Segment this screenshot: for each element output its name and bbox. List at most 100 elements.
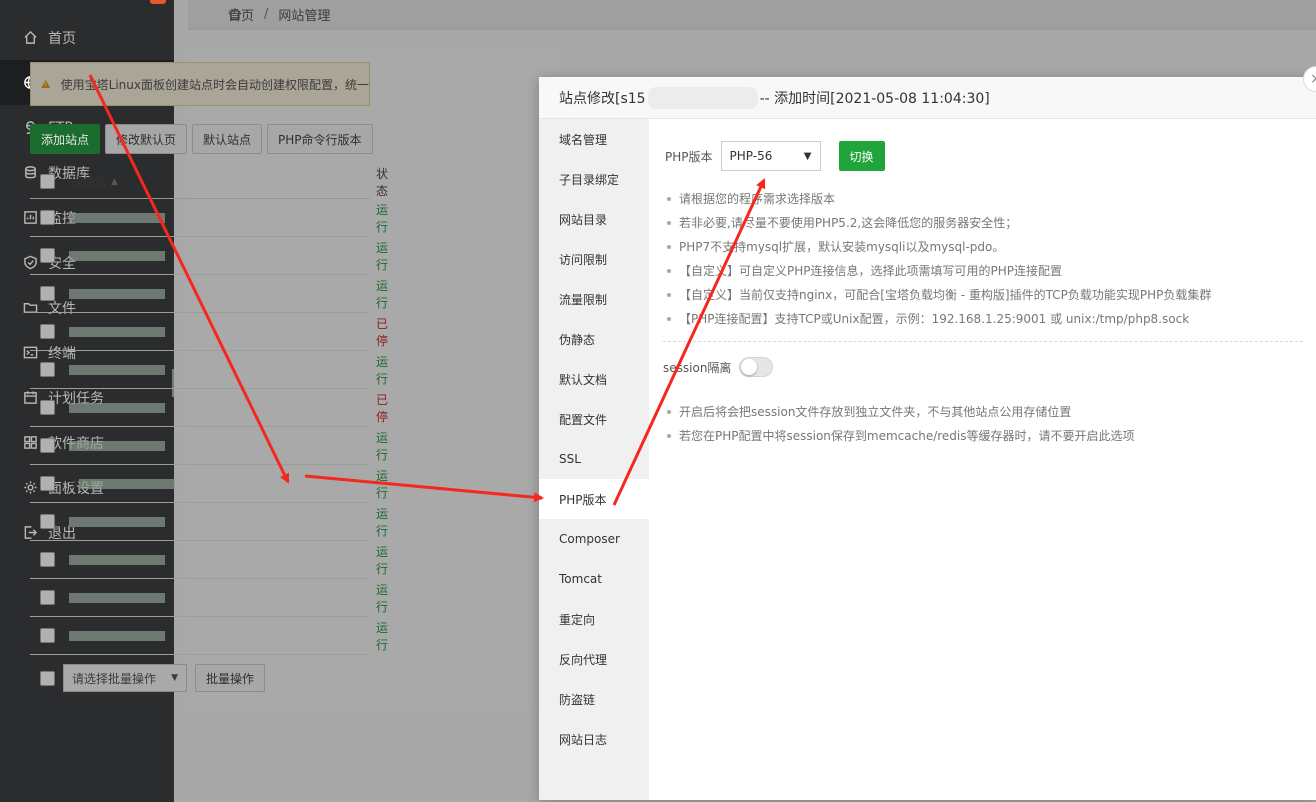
list-item: 【PHP连接配置】支持TCP或Unix配置，示例：192.168.1.25:90…: [663, 307, 1302, 331]
list-item: 若您在PHP配置中将session保存到memcache/redis等缓存器时，…: [663, 424, 1302, 448]
status-badge[interactable]: 运行: [376, 353, 388, 387]
status-badge[interactable]: 运行: [376, 505, 388, 539]
row-checkbox[interactable]: [40, 324, 55, 339]
session-toggle[interactable]: [739, 357, 774, 377]
redacted-site-name[interactable]: [69, 212, 165, 223]
divider: [663, 341, 1303, 342]
row-checkbox[interactable]: [40, 438, 55, 453]
status-badge[interactable]: 运行: [376, 429, 388, 463]
chevron-down-icon: ▼: [171, 673, 178, 683]
table-row: 运行: [30, 351, 388, 389]
edit-default-page-button[interactable]: 修改默认页: [105, 124, 188, 154]
notice-bar: 使用宝塔Linux面板创建站点时会自动创建权限配置，统一: [30, 62, 370, 106]
php-tips-list: 请根据您的程序需求选择版本 若非必要,请尽量不要使用PHP5.2,这会降低您的服…: [663, 187, 1302, 331]
warning-icon: [41, 79, 51, 89]
php-version-value: PHP-56: [729, 149, 773, 163]
row-checkbox[interactable]: [40, 476, 55, 491]
nav-traffic-limit[interactable]: 流量限制: [539, 279, 649, 319]
row-checkbox[interactable]: [40, 362, 55, 377]
nav-config-file[interactable]: 配置文件: [539, 399, 649, 439]
status-badge[interactable]: 运行: [376, 467, 388, 501]
notice-text: 使用宝塔Linux面板创建站点时会自动创建权限配置，统一: [60, 77, 369, 92]
redacted-site-name[interactable]: [69, 516, 165, 527]
select-all-footer-checkbox[interactable]: [40, 670, 55, 686]
php-version-select[interactable]: PHP-56 ▼: [720, 141, 821, 171]
row-checkbox[interactable]: [40, 248, 55, 263]
dialog-body: PHP版本 PHP-56 ▼ 切换 请根据您的程序需求选择版本 若非必要,请尽量…: [649, 119, 1316, 800]
nav-hotlink-protection[interactable]: 防盗链: [539, 679, 649, 719]
batch-select-value: 请选择批量操作: [72, 671, 157, 686]
dialog-title: 站点修改[s15 -- 添加时间[2021-05-08 11:04:30]: [539, 77, 1316, 119]
redacted-site-name[interactable]: [69, 554, 165, 565]
nav-reverse-proxy[interactable]: 反向代理: [539, 639, 649, 679]
nav-site-log[interactable]: 网站日志: [539, 719, 649, 759]
status-badge[interactable]: 已停: [376, 315, 388, 349]
row-checkbox[interactable]: [40, 628, 55, 643]
redacted-site-name[interactable]: [69, 364, 165, 375]
dialog-title-prefix: 站点修改[s15: [559, 90, 646, 107]
php-version-label: PHP版本: [665, 149, 713, 164]
sort-asc-icon[interactable]: ▲: [111, 177, 118, 187]
sidebar-item-home[interactable]: 首页: [0, 15, 174, 60]
nav-default-doc[interactable]: 默认文档: [539, 359, 649, 399]
session-label: session隔离: [663, 360, 732, 375]
batch-select[interactable]: 请选择批量操作 ▼: [63, 664, 187, 692]
row-checkbox[interactable]: [40, 590, 55, 605]
table-row: 运行: [30, 579, 388, 617]
notification-badge[interactable]: [150, 0, 166, 4]
site-toolbar: 添加站点 修改默认页 默认站点 PHP命令行版本: [30, 124, 373, 154]
status-badge[interactable]: 运行: [376, 239, 388, 273]
php-cli-version-button[interactable]: PHP命令行版本: [267, 124, 373, 154]
nav-redirect[interactable]: 重定向: [539, 599, 649, 639]
php-version-row: PHP版本 PHP-56 ▼ 切换: [663, 141, 1302, 171]
row-checkbox[interactable]: [40, 552, 55, 567]
table-row: 运行: [30, 237, 388, 275]
row-checkbox[interactable]: [40, 514, 55, 529]
table-row: 运行: [30, 199, 388, 237]
redacted-site-name[interactable]: [69, 326, 165, 337]
row-checkbox[interactable]: [40, 210, 55, 225]
column-site-name[interactable]: 网站名: [71, 173, 107, 190]
redacted-site-name[interactable]: [69, 440, 165, 451]
toggle-knob: [741, 359, 758, 375]
status-badge[interactable]: 运行: [376, 619, 388, 653]
redacted-site-name[interactable]: [69, 402, 165, 413]
home-icon: [228, 8, 242, 20]
dialog-title-suffix: -- 添加时间[2021-05-08 11:04:30]: [759, 90, 990, 107]
status-badge[interactable]: 已停: [376, 391, 388, 425]
status-badge[interactable]: 运行: [376, 581, 388, 615]
redacted-site-name[interactable]: [69, 592, 165, 603]
status-badge[interactable]: 运行: [376, 201, 388, 235]
home-icon: [22, 30, 38, 46]
list-item: 若非必要,请尽量不要使用PHP5.2,这会降低您的服务器安全性；: [663, 211, 1302, 235]
nav-composer[interactable]: Composer: [539, 519, 649, 559]
site-name-prefix[interactable]: s: [69, 477, 75, 491]
nav-php-version[interactable]: PHP版本: [539, 479, 649, 519]
status-badge[interactable]: 运行: [376, 543, 388, 577]
nav-ssl[interactable]: SSL: [539, 439, 649, 479]
nav-access-limit[interactable]: 访问限制: [539, 239, 649, 279]
table-row: 运行: [30, 541, 388, 579]
nav-domain[interactable]: 域名管理: [539, 119, 649, 159]
switch-button[interactable]: 切换: [838, 141, 885, 171]
nav-rewrite[interactable]: 伪静态: [539, 319, 649, 359]
redacted-site-name[interactable]: [69, 250, 165, 261]
table-row: 运行: [30, 503, 388, 541]
session-tips-list: 开启后将会把session文件存放到独立文件夹，不与其他站点公用存储位置 若您在…: [663, 400, 1302, 448]
row-checkbox[interactable]: [40, 400, 55, 415]
select-all-checkbox[interactable]: [40, 174, 55, 189]
nav-tomcat[interactable]: Tomcat: [539, 559, 649, 599]
nav-site-dir[interactable]: 网站目录: [539, 199, 649, 239]
status-badge[interactable]: 运行: [376, 277, 388, 311]
list-item: 【自定义】可自定义PHP连接信息，选择此项需填写可用的PHP连接配置: [663, 259, 1302, 283]
row-checkbox[interactable]: [40, 286, 55, 301]
batch-button[interactable]: 批量操作: [195, 664, 266, 692]
redacted-site-name[interactable]: [69, 630, 165, 641]
add-site-button[interactable]: 添加站点: [30, 124, 101, 154]
default-site-button[interactable]: 默认站点: [192, 124, 263, 154]
nav-subdir-bind[interactable]: 子目录绑定: [539, 159, 649, 199]
redacted-site-name[interactable]: [69, 288, 165, 299]
column-status: 状态: [376, 166, 389, 198]
redacted-site-name[interactable]: [79, 478, 176, 489]
batch-bar: 请选择批量操作 ▼ 批量操作: [30, 664, 266, 692]
